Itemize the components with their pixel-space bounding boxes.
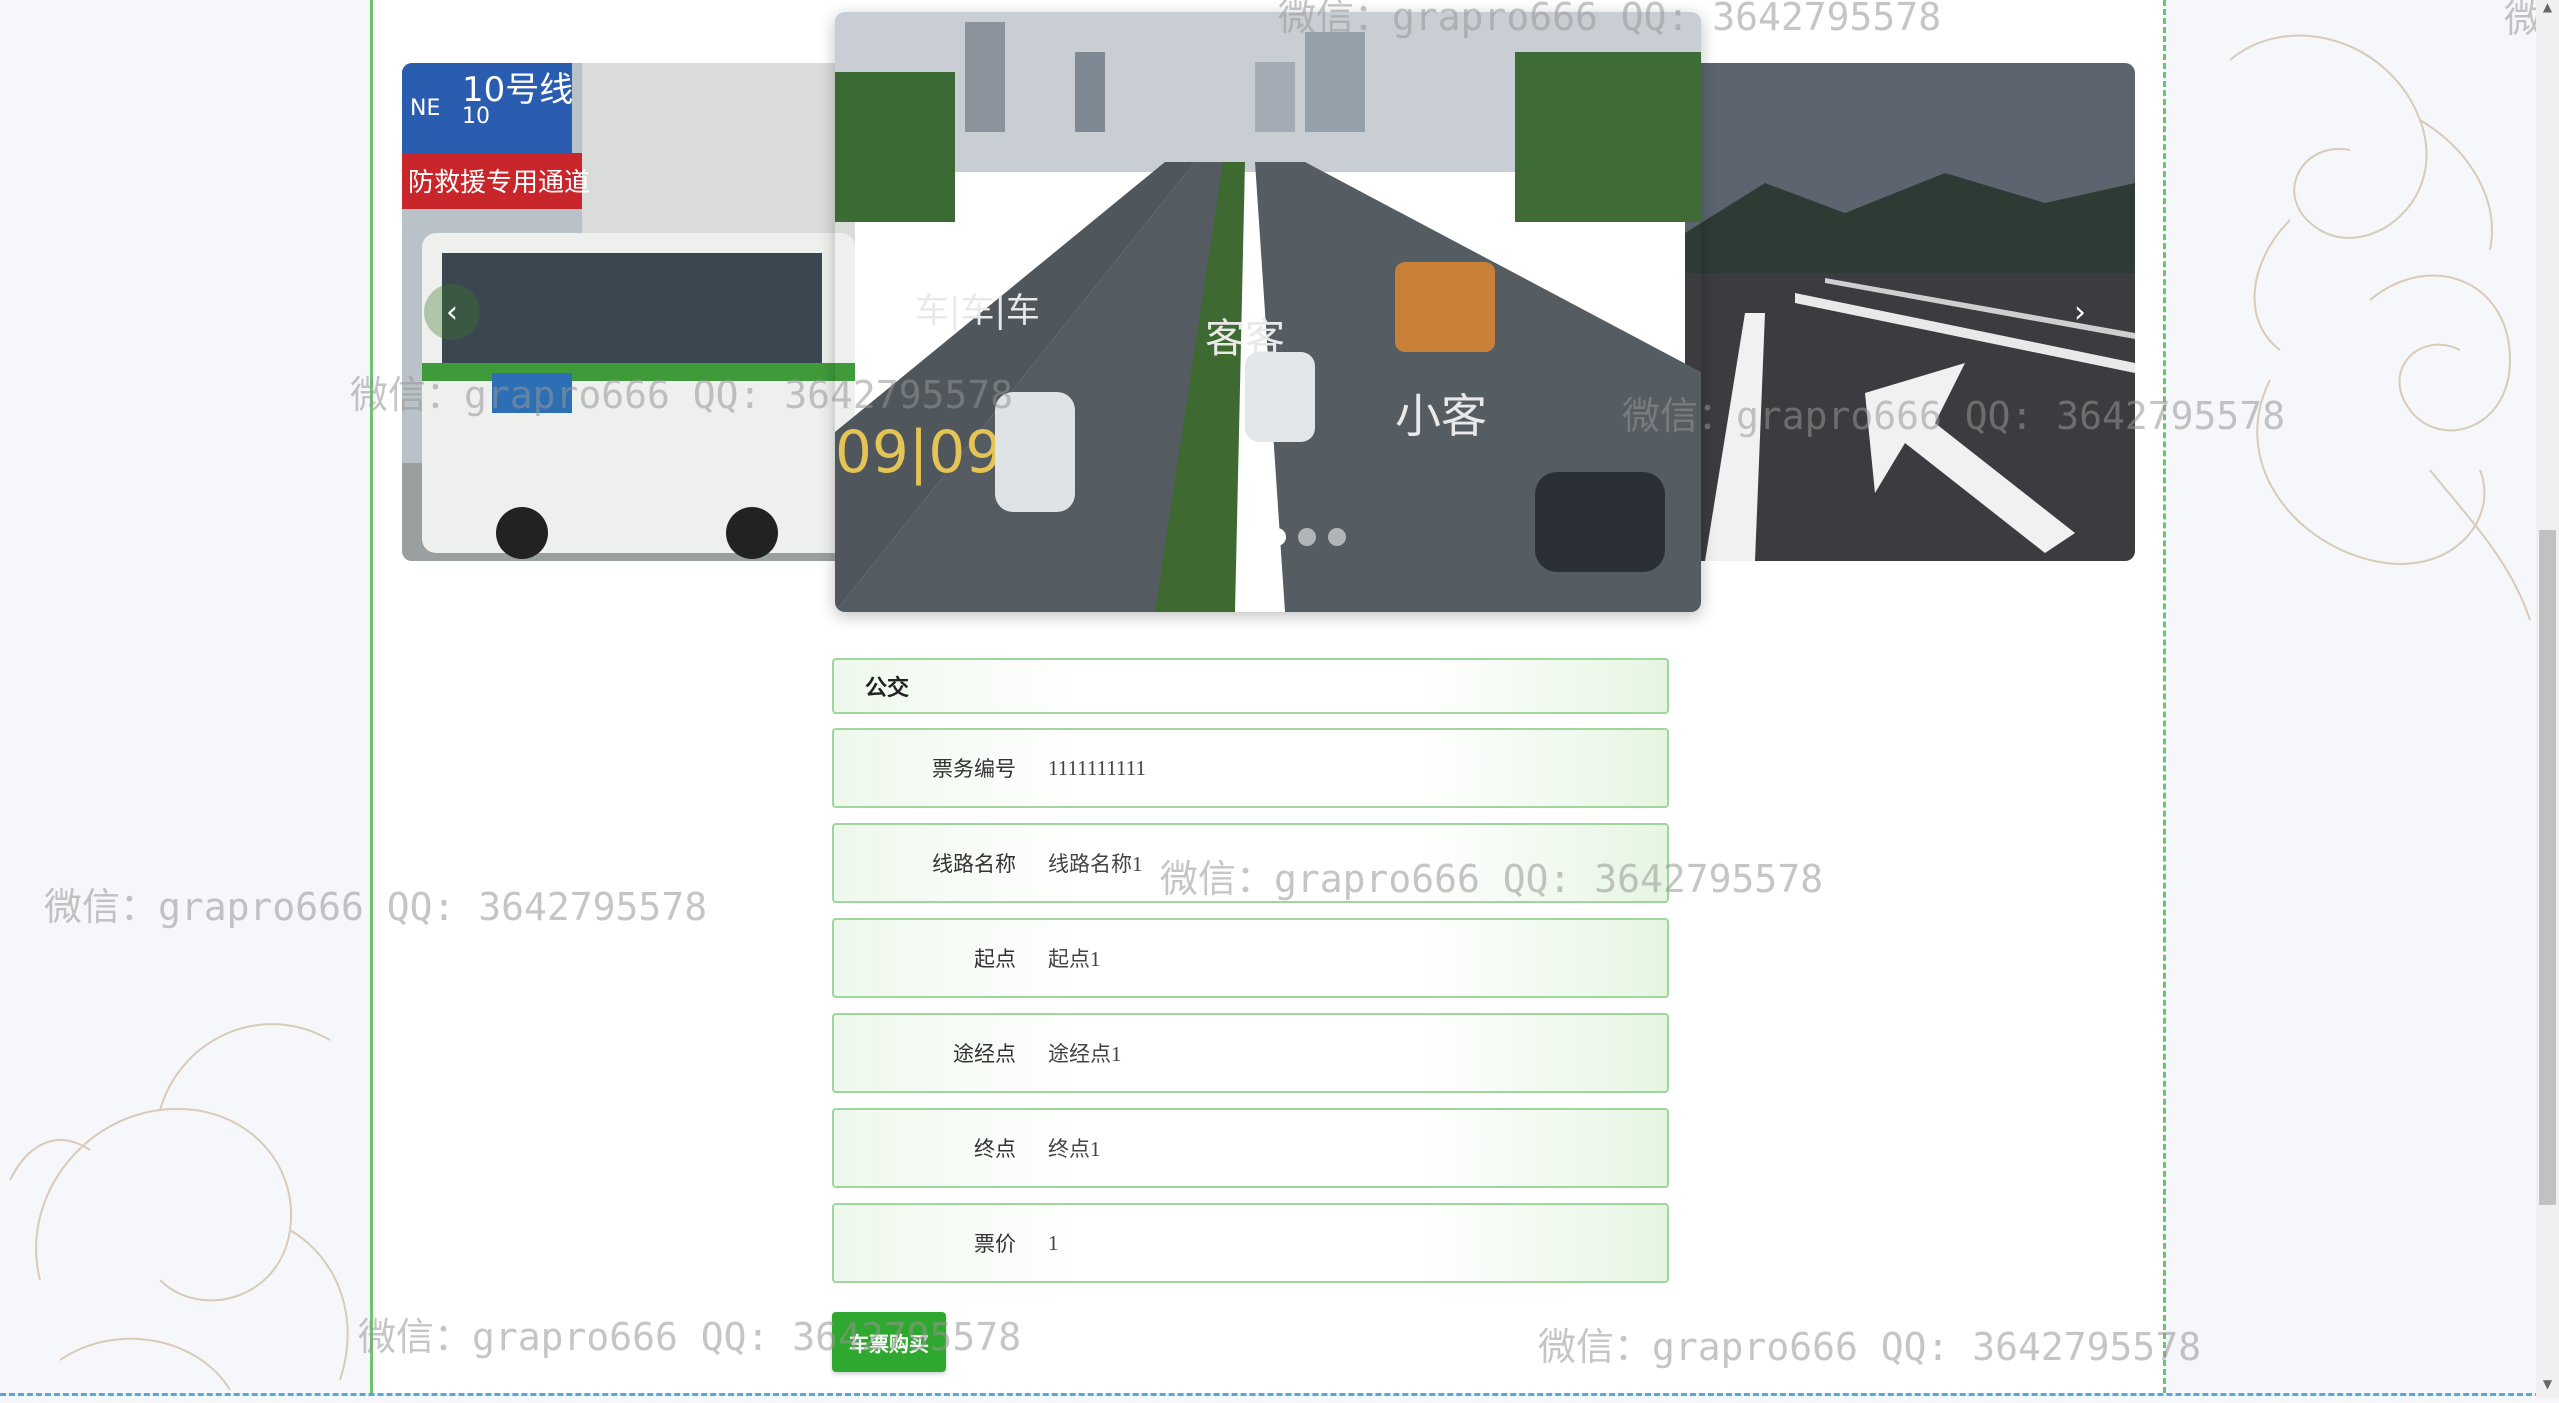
bottom-dashed-border: [0, 1393, 2559, 1396]
carousel-dot-3[interactable]: [1328, 528, 1346, 546]
floral-decoration-left: [0, 980, 370, 1399]
field-via-point: 途经点 途经点1: [832, 1013, 1669, 1093]
scrollbar-thumb[interactable]: [2539, 530, 2556, 1205]
svg-text:NE: NE: [410, 96, 440, 121]
field-label: 线路名称: [932, 853, 1016, 876]
carousel-prev-button[interactable]: ‹: [424, 284, 480, 340]
carousel-indicators: [1268, 528, 1346, 546]
field-value: 起点1: [1048, 947, 1101, 971]
field-label: 票价: [974, 1233, 1016, 1256]
floral-decoration-right: [2170, 0, 2536, 640]
field-label: 途经点: [953, 1043, 1016, 1066]
svg-text:10: 10: [462, 104, 490, 129]
svg-text:车|车|车: 车|车|车: [915, 291, 1040, 331]
scroll-up-icon[interactable]: ▲: [2536, 0, 2559, 22]
rescue-sign: 防救援专用通道: [408, 168, 590, 198]
field-value: 终点1: [1048, 1137, 1101, 1161]
field-value: 线路名称1: [1048, 852, 1143, 876]
field-label: 起点: [974, 948, 1016, 971]
field-ticket-number: 票务编号 1111111111: [832, 728, 1669, 808]
chevron-right-icon: ›: [2074, 294, 2086, 330]
buy-ticket-button[interactable]: 车票购买: [832, 1312, 946, 1372]
field-label: 终点: [974, 1138, 1016, 1161]
field-end-point: 终点 终点1: [832, 1108, 1669, 1188]
field-label: 票务编号: [932, 758, 1016, 781]
field-route-name: 线路名称 线路名称1: [832, 823, 1669, 903]
svg-text:09|09: 09|09: [835, 418, 1002, 486]
carousel-dot-1[interactable]: [1268, 528, 1286, 546]
svg-text:小客: 小客: [1395, 389, 1487, 443]
scroll-down-icon[interactable]: ▼: [2536, 1377, 2559, 1399]
detail-title: 公交: [832, 658, 1669, 714]
field-start-point: 起点 起点1: [832, 918, 1669, 998]
field-value: 1111111111: [1048, 755, 1146, 780]
carousel-slide-highway[interactable]: 车|车|车 客客 小客 09|09: [835, 12, 1701, 612]
field-value: 1: [1048, 1230, 1059, 1255]
category-title: 公交: [865, 675, 910, 700]
chevron-left-icon: ‹: [446, 294, 458, 330]
carousel-dot-2[interactable]: [1298, 528, 1316, 546]
carousel-next-button[interactable]: ›: [2052, 284, 2108, 340]
field-ticket-price: 票价 1: [832, 1203, 1669, 1283]
field-value: 途经点1: [1048, 1042, 1122, 1066]
